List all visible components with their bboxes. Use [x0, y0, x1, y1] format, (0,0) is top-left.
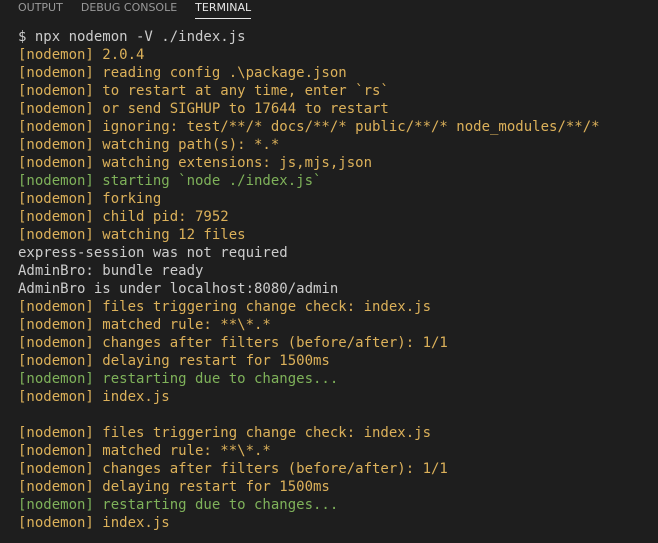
terminal-line: [nodemon] changes after filters (before/… [18, 335, 448, 351]
terminal-line: [nodemon] matched rule: **\*.* [18, 443, 271, 459]
terminal-line: [nodemon] 2.0.4 [18, 47, 145, 63]
tab-output[interactable]: OUTPUT [0, 0, 72, 19]
terminal-line: [nodemon] files triggering change check:… [18, 299, 432, 315]
terminal-line: [nodemon] restarting due to changes... [18, 497, 339, 513]
terminal-output[interactable]: $ npx nodemon -V ./index.js [nodemon] 2.0… [18, 28, 648, 532]
tab-terminal[interactable]: TERMINAL [186, 0, 260, 19]
terminal-line: [nodemon] delaying restart for 1500ms [18, 353, 330, 369]
terminal-line: [nodemon] changes after filters (before/… [18, 461, 448, 477]
terminal-line: AdminBro is under localhost:8080/admin [18, 281, 339, 297]
terminal-line: $ npx nodemon -V ./index.js [18, 29, 246, 45]
terminal-line: [nodemon] files triggering change check:… [18, 425, 432, 441]
terminal-panel: OUTPUT DEBUG CONSOLE TERMINAL $ npx node… [0, 0, 658, 543]
terminal-line: [nodemon] to restart at any time, enter … [18, 83, 389, 99]
terminal-line: [nodemon] watching path(s): *.* [18, 137, 280, 153]
terminal-line: [nodemon] or send SIGHUP to 17644 to res… [18, 101, 389, 117]
terminal-line: [nodemon] matched rule: **\*.* [18, 317, 271, 333]
terminal-line: [nodemon] child pid: 7952 [18, 209, 229, 225]
panel-tab-bar: OUTPUT DEBUG CONSOLE TERMINAL [0, 0, 658, 20]
terminal-line: [nodemon] forking [18, 191, 162, 207]
terminal-line: [nodemon] starting `node ./index.js` [18, 173, 322, 189]
terminal-line: [nodemon] restarting due to changes... [18, 371, 339, 387]
terminal-line: [nodemon] delaying restart for 1500ms [18, 479, 330, 495]
terminal-line: [nodemon] watching extensions: js,mjs,js… [18, 155, 373, 171]
terminal-line: AdminBro: bundle ready [18, 263, 204, 279]
terminal-line: [nodemon] watching 12 files [18, 227, 246, 243]
tab-debug-console[interactable]: DEBUG CONSOLE [72, 0, 186, 19]
terminal-line: [nodemon] index.js [18, 515, 170, 531]
terminal-line: express-session was not required [18, 245, 288, 261]
terminal-line: [nodemon] index.js [18, 389, 170, 405]
terminal-line: [nodemon] ignoring: test/**/* docs/**/* … [18, 119, 600, 135]
terminal-line: [nodemon] reading config .\package.json [18, 65, 347, 81]
